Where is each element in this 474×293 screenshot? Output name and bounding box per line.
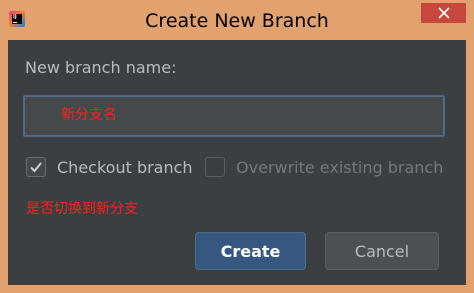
overwrite-label-text: Overwrite existing branch xyxy=(236,158,444,177)
create-button[interactable]: Create xyxy=(195,232,306,270)
checkout-branch-label[interactable]: Checkout branch xyxy=(57,158,193,177)
create-branch-dialog: IJ Create New Branch New branch name: 新分… xyxy=(0,0,474,293)
cancel-button[interactable]: Cancel xyxy=(325,232,439,270)
title-bar: IJ Create New Branch xyxy=(0,0,474,40)
checkout-branch-checkbox[interactable] xyxy=(26,157,46,177)
checkmark-icon xyxy=(30,162,42,173)
overwrite-branch-checkbox[interactable] xyxy=(205,157,225,177)
checkout-annotation: 是否切换到新分支 xyxy=(26,201,138,217)
dialog-title: Create New Branch xyxy=(145,10,329,32)
checkout-label-text: Checkout branch xyxy=(57,158,193,177)
branch-name-annotation: 新分支名 xyxy=(61,107,117,123)
dialog-content: New branch name: 新分支名 Checkout branch Ov… xyxy=(8,40,466,285)
close-button[interactable] xyxy=(421,3,466,23)
overwrite-branch-label[interactable]: Overwrite existing branch xyxy=(236,158,443,177)
close-icon xyxy=(437,7,450,19)
branch-name-label: New branch name: xyxy=(25,58,177,77)
